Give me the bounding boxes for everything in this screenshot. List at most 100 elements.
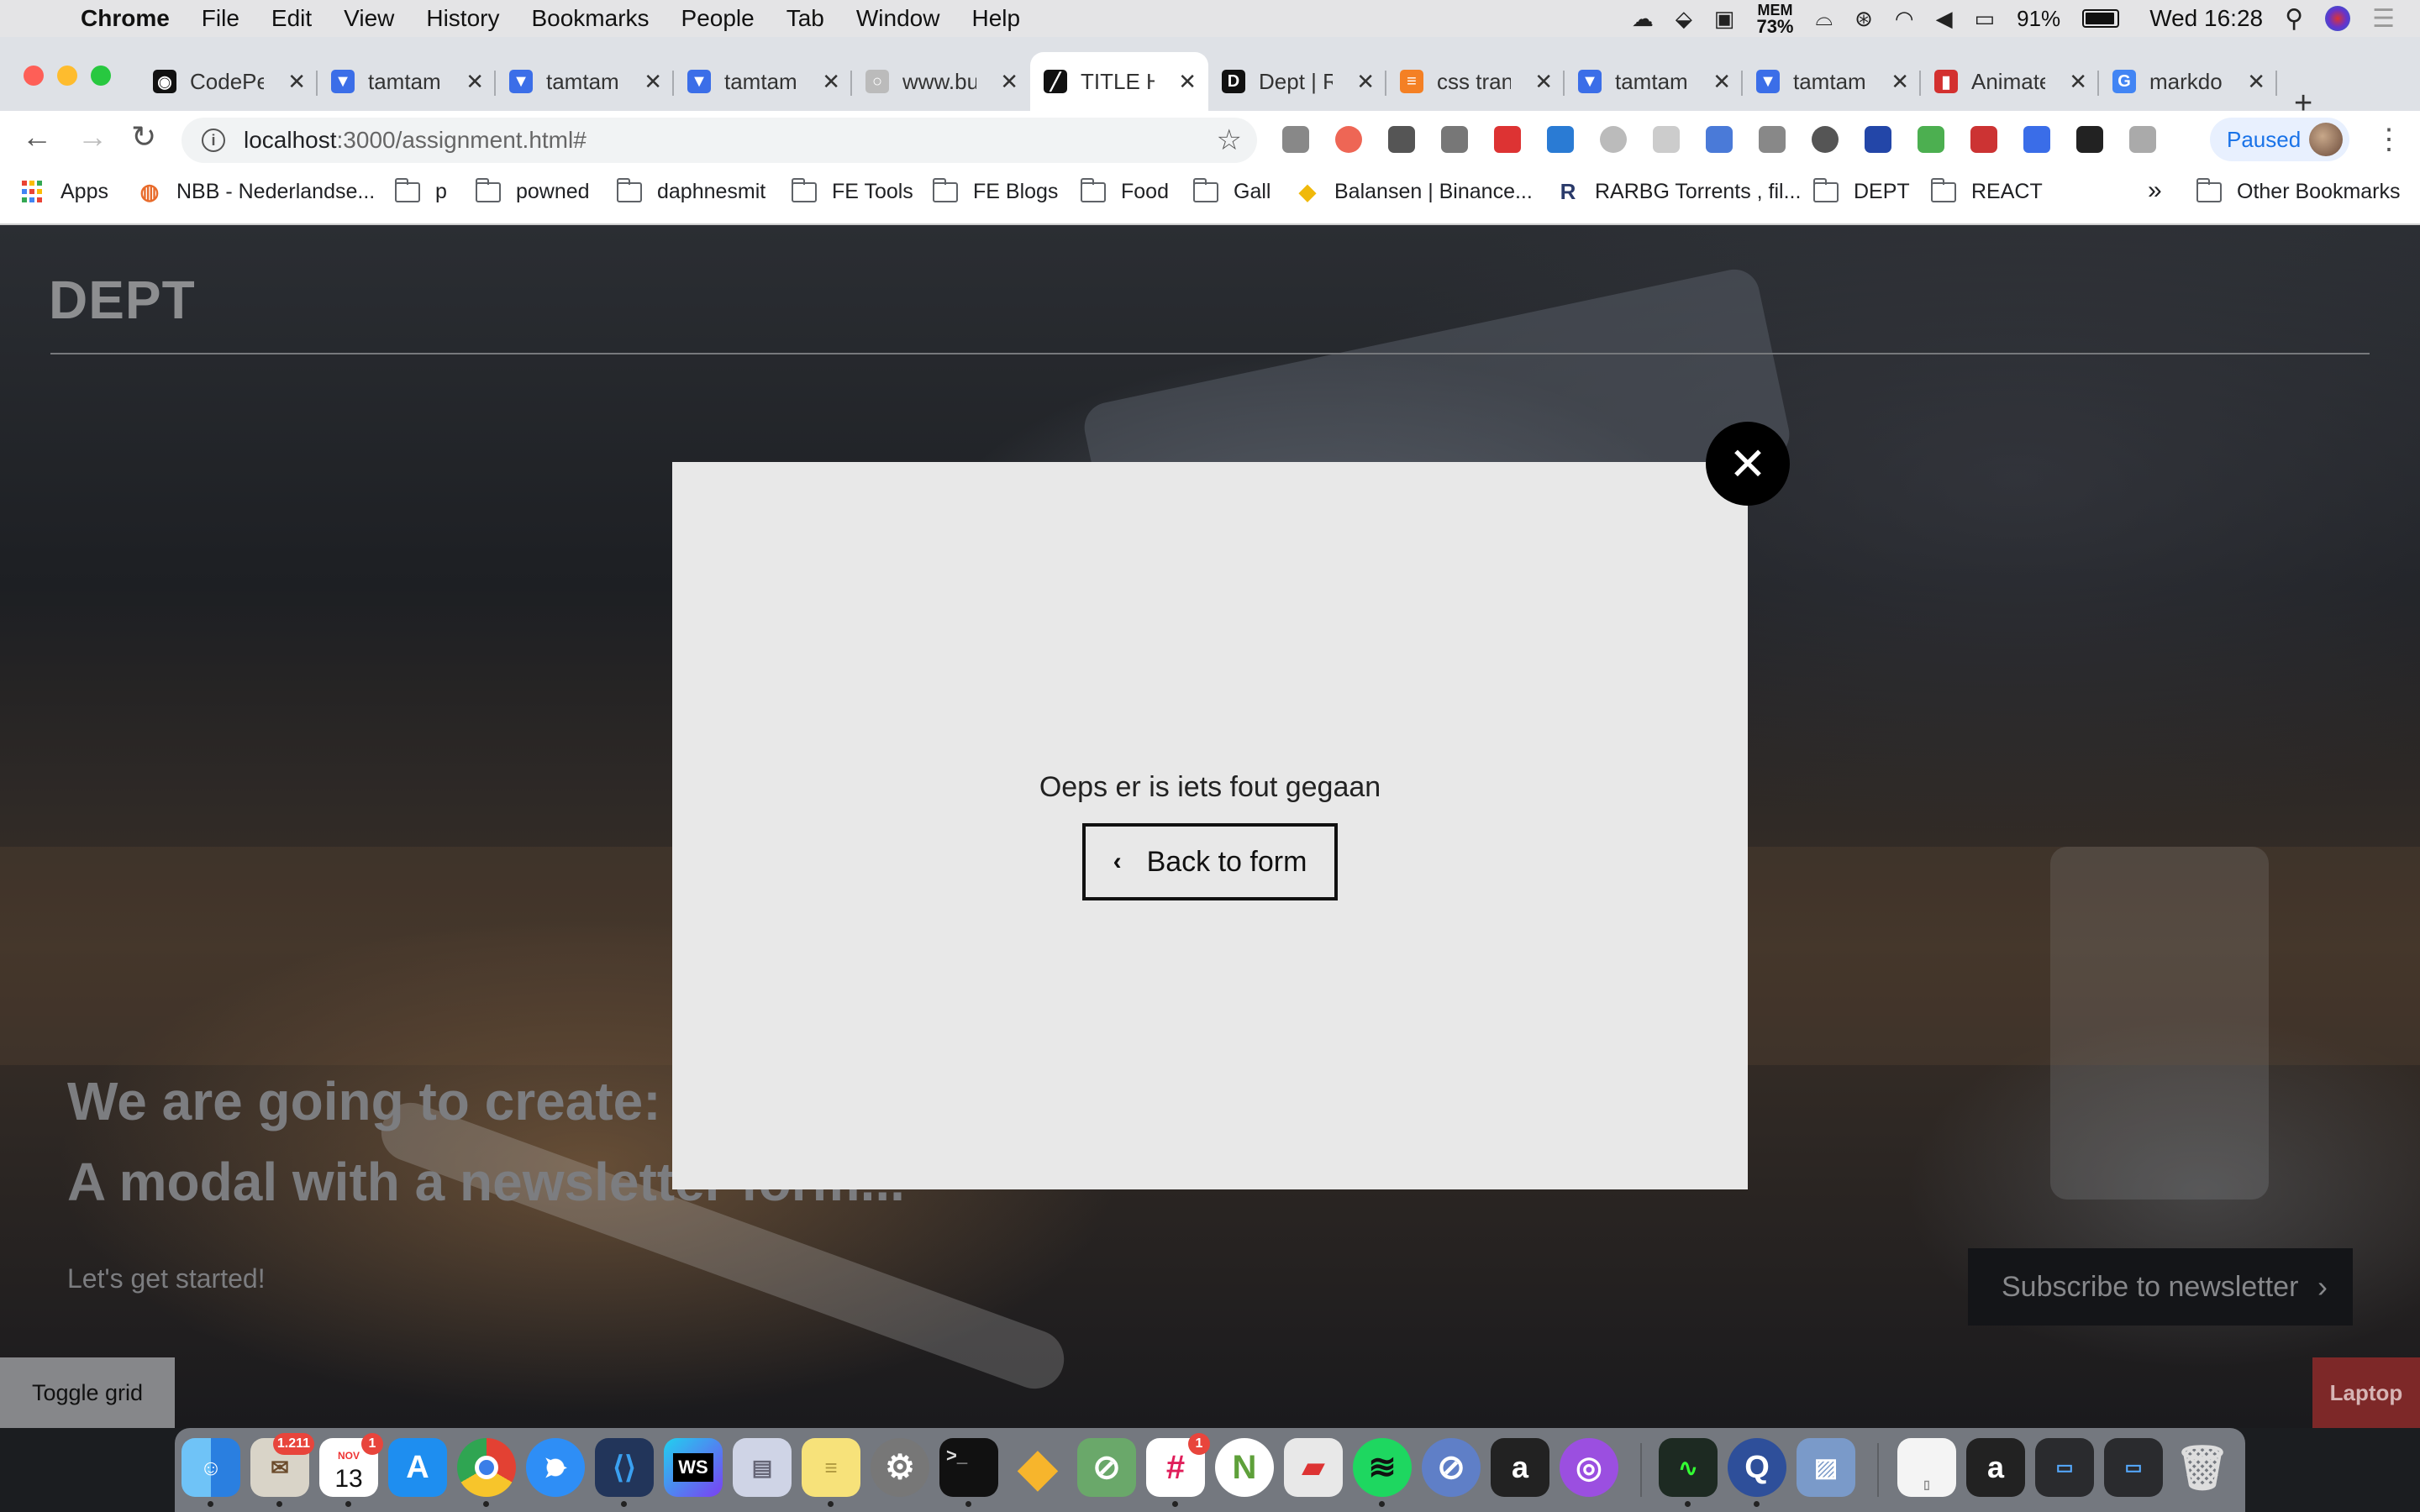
ghostery-extension-icon[interactable] — [1441, 126, 1468, 153]
volume-icon[interactable]: ◀ — [1936, 6, 1953, 32]
clock[interactable]: Wed 16:28 — [2149, 5, 2263, 32]
calendar-icon[interactable]: NOV 13 1 — [319, 1433, 383, 1507]
abstract-file-icon[interactable]: a — [1966, 1438, 2025, 1497]
tab-close-icon[interactable]: ✕ — [1712, 69, 1731, 95]
browser-tab[interactable]: ╱ TITLE H ✕ — [1030, 52, 1208, 111]
vpn-globe-icon[interactable]: ⊘ — [1422, 1438, 1481, 1497]
tab-close-icon[interactable]: ✕ — [287, 69, 306, 95]
menu-history[interactable]: History — [426, 5, 499, 32]
bookmark-item[interactable]: Gall — [1192, 177, 1270, 204]
bookmark-star-icon[interactable]: ☆ — [1217, 123, 1242, 157]
browser-tab[interactable]: ◉ CodePe ✕ — [139, 52, 318, 111]
bookmark-item[interactable]: FE Blogs — [932, 177, 1058, 204]
tab-close-icon[interactable]: ✕ — [822, 69, 840, 95]
menu-people[interactable]: People — [681, 5, 755, 32]
bookmarks-overflow-button[interactable]: » — [2148, 176, 2162, 205]
bookmark-item[interactable]: DEPT — [1812, 177, 1910, 204]
notification-center-icon[interactable]: ☰ — [2372, 4, 2395, 34]
safari-icon[interactable]: ➤ — [526, 1438, 585, 1497]
menu-bookmarks[interactable]: Bookmarks — [531, 5, 649, 32]
battery-icon[interactable] — [2082, 9, 2120, 28]
terminal-icon[interactable]: >_ — [939, 1438, 998, 1507]
screen-record-icon[interactable]: ▣ — [1714, 6, 1735, 32]
browser-tab[interactable]: ▼ tamtam ✕ — [674, 52, 852, 111]
browser-tab[interactable]: ▮ Animate ✕ — [1921, 52, 2099, 111]
site-info-icon[interactable]: i — [202, 129, 225, 152]
camera-extension-icon[interactable] — [1759, 126, 1786, 153]
site-logo[interactable]: DEPT — [49, 269, 196, 331]
tab-close-icon[interactable]: ✕ — [466, 69, 484, 95]
sketch-icon[interactable]: ◆ — [1008, 1438, 1067, 1497]
address-bar[interactable]: i localhost:3000/assignment.html# ☆ — [182, 118, 1257, 163]
menu-app-name[interactable]: Chrome — [81, 5, 170, 32]
glasses-icon[interactable]: ⌓ — [1816, 5, 1833, 32]
browser-tab[interactable]: ≡ css tran ✕ — [1386, 52, 1565, 111]
bookmark-item[interactable]: p — [394, 177, 447, 204]
ruler-extension-icon[interactable] — [1865, 126, 1891, 153]
spotlight-search-icon[interactable]: ⚲ — [2285, 4, 2303, 34]
abstract-icon[interactable]: a — [1491, 1438, 1549, 1497]
trash-icon[interactable]: 🗑 — [2173, 1438, 2232, 1497]
screenshot-extension-icon[interactable] — [2076, 126, 2103, 153]
tab-close-icon[interactable]: ✕ — [1534, 69, 1553, 95]
podcasts-icon[interactable]: ◎ — [1560, 1438, 1618, 1497]
angular-extension-icon[interactable] — [1388, 126, 1415, 153]
accessibility-icon[interactable]: ⊛ — [1854, 6, 1873, 32]
menu-file[interactable]: File — [202, 5, 239, 32]
react-devtools-extension-icon[interactable] — [1600, 126, 1627, 153]
slack-icon[interactable]: #1 — [1146, 1433, 1210, 1507]
chrome-menu-icon[interactable]: ⋮ — [2375, 123, 2403, 156]
trash-extension-icon[interactable] — [2129, 126, 2156, 153]
forward-icon[interactable]: → — [77, 119, 108, 155]
adblock-extension-icon[interactable] — [1494, 126, 1521, 153]
document-icon[interactable]: ▯ — [1897, 1438, 1956, 1497]
spotify-icon[interactable]: ≋ — [1353, 1438, 1412, 1507]
tab-close-icon[interactable]: ✕ — [1891, 69, 1909, 95]
screenshot-thumbnail-icon[interactable]: ▭ — [2104, 1438, 2163, 1497]
browser-tab[interactable]: ▼ tamtam ✕ — [1743, 52, 1921, 111]
menu-help[interactable]: Help — [971, 5, 1020, 32]
redux-extension-icon[interactable] — [1706, 126, 1733, 153]
webstorm-icon[interactable]: WS — [664, 1438, 723, 1497]
browser-tab[interactable]: D Dept | R ✕ — [1208, 52, 1386, 111]
preview-docs-icon[interactable]: ▤ — [733, 1438, 792, 1497]
bookmark-item[interactable]: FE Tools — [791, 177, 913, 204]
screen-sharing-icon[interactable]: ▰ — [1284, 1438, 1343, 1497]
dropbox-icon[interactable]: ⬙ — [1676, 6, 1692, 32]
menu-view[interactable]: View — [344, 5, 394, 32]
other-bookmarks[interactable]: Other Bookmarks — [2196, 177, 2401, 204]
settings-extension-icon[interactable] — [1282, 126, 1309, 153]
stylus-extension-icon[interactable] — [1547, 126, 1574, 153]
bookmark-item[interactable]: powned — [475, 177, 590, 204]
color-picker-extension-icon[interactable] — [1335, 126, 1362, 153]
nodejs-icon[interactable]: N — [1215, 1438, 1274, 1497]
finder-icon[interactable]: ☺ — [182, 1438, 240, 1507]
bookmark-item[interactable]: Food — [1080, 177, 1169, 204]
mail-icon[interactable]: ✉ 1.211 — [250, 1433, 314, 1507]
window-zoom-button[interactable] — [91, 66, 111, 86]
toggle-grid-button[interactable]: Toggle grid — [0, 1357, 175, 1428]
messenger-extension-icon[interactable] — [2023, 126, 2050, 153]
tab-close-icon[interactable]: ✕ — [1178, 69, 1197, 95]
browser-tab[interactable]: Gmarkdo ✕ — [2099, 52, 2277, 111]
tab-counter-extension-icon[interactable] — [1918, 126, 1944, 153]
siri-icon[interactable] — [2325, 6, 2351, 31]
bookmark-item[interactable]: ◍ NBB - Nederlandse... — [138, 179, 376, 204]
menu-window[interactable]: Window — [856, 5, 940, 32]
tab-close-icon[interactable]: ✕ — [644, 69, 662, 95]
menu-tab[interactable]: Tab — [786, 5, 824, 32]
grid-extension-icon[interactable] — [1653, 126, 1680, 153]
profile-button[interactable]: Paused — [2210, 118, 2349, 161]
browser-tab[interactable]: ○ www.bu ✕ — [852, 52, 1030, 111]
quicktime-icon[interactable]: Q — [1728, 1438, 1786, 1507]
window-minimize-button[interactable] — [57, 66, 77, 86]
bookmark-item[interactable]: ◆ Balansen | Binance... — [1296, 179, 1533, 204]
tab-close-icon[interactable]: ✕ — [2247, 69, 2265, 95]
image-preview-icon[interactable]: ▨ — [1797, 1438, 1855, 1497]
activity-monitor-icon[interactable]: ∿ — [1659, 1438, 1718, 1507]
browser-tab[interactable]: ▼ tamtam ✕ — [1565, 52, 1743, 111]
menu-edit[interactable]: Edit — [271, 5, 312, 32]
vscode-icon[interactable]: ⟨⟩ — [595, 1438, 654, 1507]
bookmark-item[interactable]: REACT — [1930, 177, 2043, 204]
tab-close-icon[interactable]: ✕ — [1000, 69, 1018, 95]
